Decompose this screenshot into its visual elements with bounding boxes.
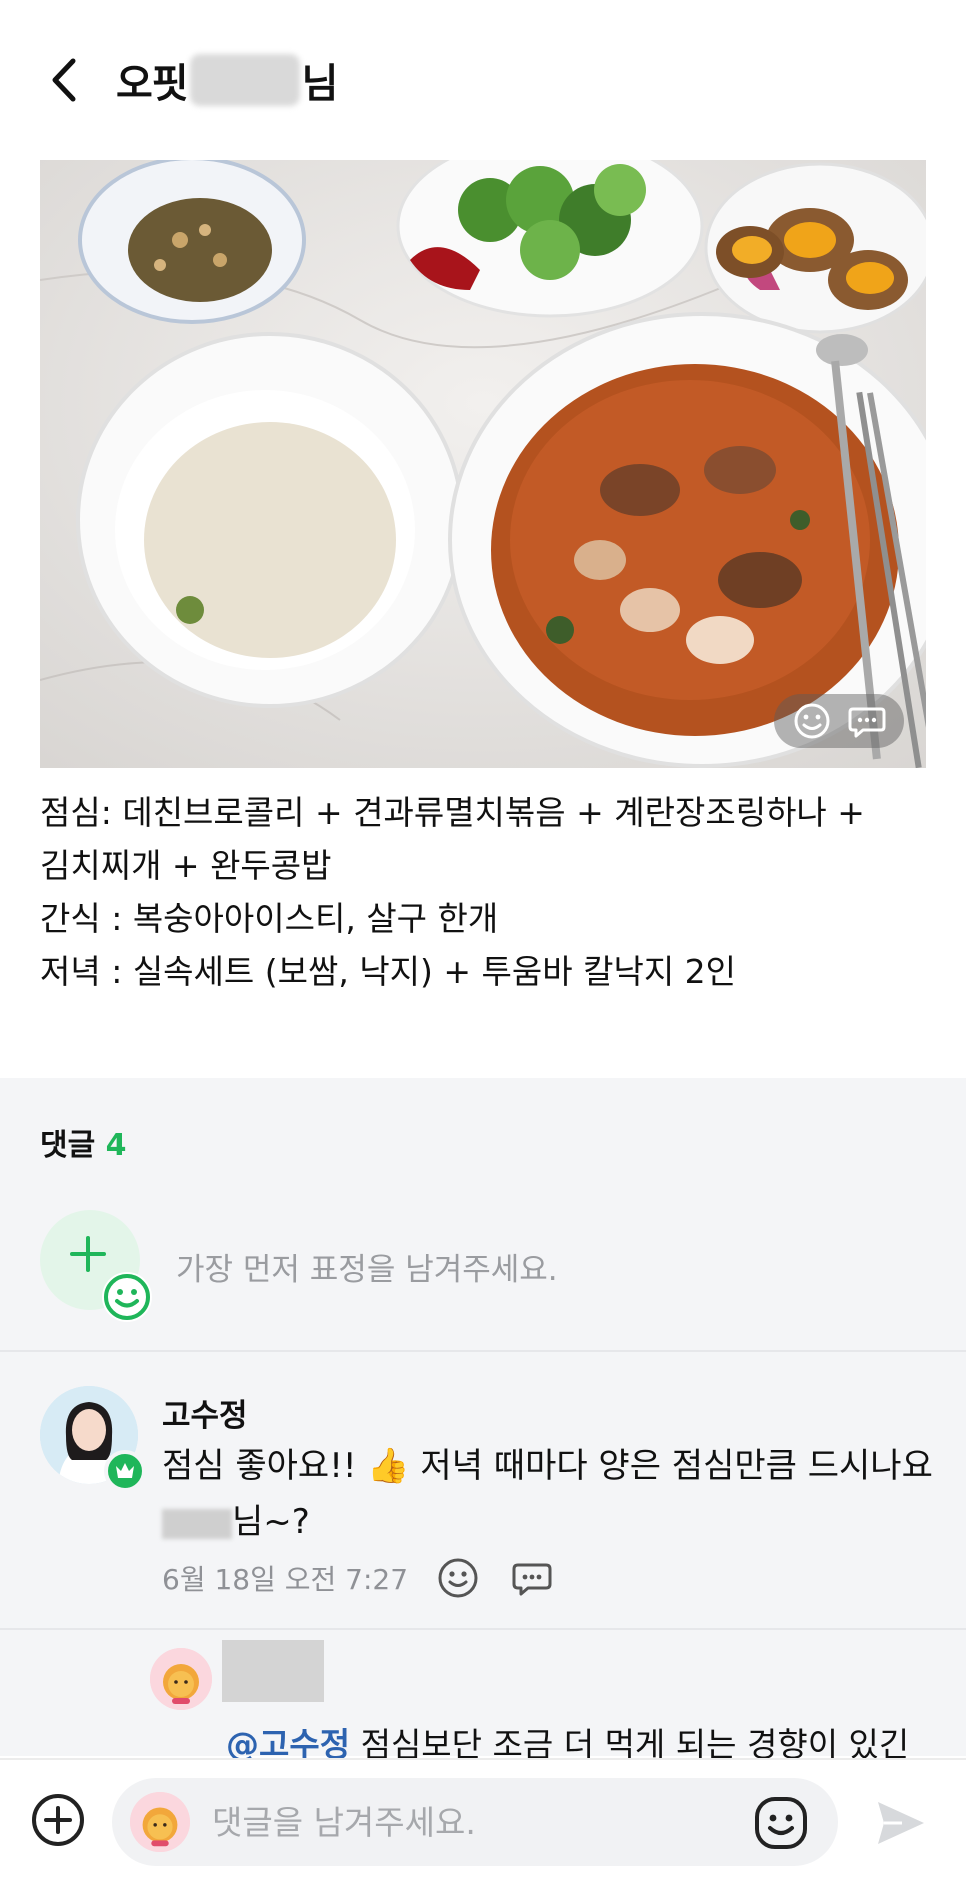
comments-section — [0, 1078, 966, 1756]
comment-bubble-icon[interactable] — [510, 1556, 554, 1600]
comments-heading: 댓글 4 — [40, 1120, 127, 1164]
post-body: 점심: 데친브로콜리 + 견과류멸치볶음 + 계란장조링하나 + 김치찌개 + … — [40, 786, 940, 998]
emoji-button[interactable] — [752, 1794, 810, 1852]
title-prefix: 오핏 — [116, 61, 189, 107]
crown-badge-icon — [104, 1450, 146, 1492]
add-attachment-button[interactable] — [28, 1790, 88, 1850]
lion-avatar-icon — [150, 1648, 212, 1710]
post-line: 점심: 데친브로콜리 + 견과류멸치볶음 + 계란장조링하나 + — [40, 793, 865, 832]
divider — [0, 1350, 966, 1352]
back-button[interactable] — [36, 50, 92, 110]
smile-icon[interactable] — [792, 701, 832, 741]
post-line: 김치찌개 + 완두콩밥 — [40, 846, 332, 885]
avatar[interactable] — [150, 1648, 212, 1710]
comment-text-line2: 님~? — [232, 1502, 310, 1542]
smile-icon[interactable] — [436, 1556, 480, 1600]
reaction-row[interactable]: 가장 먼저 표정을 남겨주세요. — [40, 1208, 940, 1322]
comment-input-container[interactable] — [112, 1778, 838, 1866]
title-suffix: 님 — [301, 61, 339, 107]
top-bar: 오핏 님 — [0, 0, 966, 160]
plus-icon — [70, 1236, 106, 1272]
my-avatar — [130, 1792, 190, 1852]
add-reaction-button[interactable] — [40, 1210, 152, 1322]
meal-photo[interactable] — [40, 160, 926, 768]
meal-photo-illustration — [40, 160, 926, 768]
comment-date: 6월 18일 오전 7:27 — [162, 1563, 409, 1596]
redacted-author — [222, 1640, 324, 1702]
comment-text-line1: 점심 좋아요!! 👍 저녁 때마다 양은 점심만큼 드시나요 — [162, 1446, 933, 1486]
comment-bubble-icon[interactable] — [847, 701, 887, 741]
chevron-left-icon — [52, 58, 76, 102]
comment-meta: 6월 18일 오전 7:27 — [162, 1556, 584, 1600]
page-title: 오핏 님 — [116, 48, 339, 112]
title-redacted — [189, 54, 300, 106]
post-line: 간식 : 복숭아아이스티, 살구 한개 — [40, 899, 499, 938]
comments-label: 댓글 — [40, 1128, 96, 1163]
reaction-hint: 가장 먼저 표정을 남겨주세요. — [176, 1252, 558, 1288]
comment-author[interactable]: 고수정 — [162, 1390, 248, 1435]
comment-input-bar — [0, 1758, 966, 1886]
post-line: 저녁 : 실속세트 (보쌈, 낙지) + 투움바 칼낙지 2인 — [40, 952, 737, 991]
crown-icon — [116, 1463, 134, 1478]
photo-reaction-pill[interactable] — [774, 694, 904, 748]
comments-count: 4 — [105, 1128, 127, 1163]
divider — [0, 1628, 966, 1630]
comment-text: 점심 좋아요!! 👍 저녁 때마다 양은 점심만큼 드시나요 님~? — [162, 1438, 952, 1550]
send-button[interactable] — [872, 1794, 930, 1852]
smile-icon — [102, 1272, 152, 1322]
comment-input[interactable] — [212, 1796, 732, 1848]
redacted-name — [162, 1508, 232, 1539]
lion-avatar-icon — [130, 1792, 190, 1852]
